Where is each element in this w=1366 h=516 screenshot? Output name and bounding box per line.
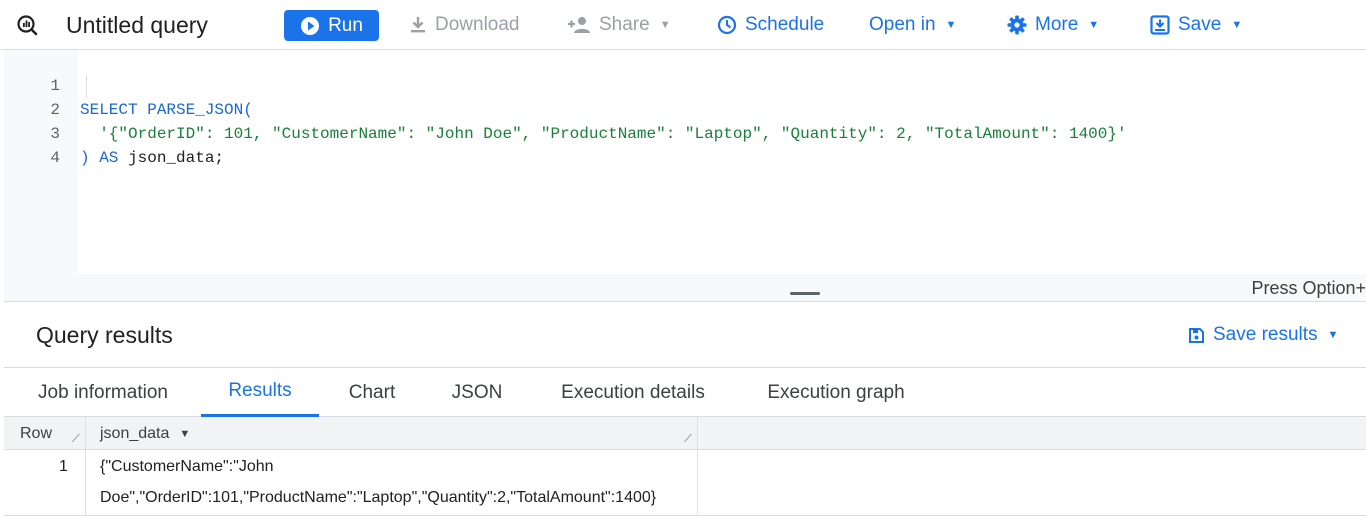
row-number-cell: 1 (59, 458, 68, 475)
add-person-icon (568, 17, 590, 33)
code-plain: json_data; (118, 149, 225, 167)
column-separator (697, 417, 698, 516)
keyboard-hint: Press Option+ (1251, 278, 1366, 298)
results-header: Query results Save results ▼ (4, 302, 1366, 368)
save-icon (1150, 15, 1170, 35)
run-button[interactable]: Run (284, 10, 379, 41)
editor-results-splitter[interactable]: Press Option+ (4, 274, 1366, 302)
chevron-down-icon: ▼ (1231, 19, 1243, 31)
results-table: Row ⟋ json_data ▼ ⟋ 1 {"CustomerName":"J… (4, 417, 1366, 516)
save-label: Save (1178, 14, 1222, 35)
tab-execution-details[interactable]: Execution details (555, 368, 711, 417)
column-header-label: json_data (100, 424, 170, 442)
code-line[interactable]: 3 ) AS json_data; (4, 98, 1366, 167)
drag-handle-icon[interactable] (790, 292, 820, 295)
share-label: Share (599, 14, 650, 35)
more-button[interactable]: More ▼ (1007, 0, 1099, 50)
column-header-json-data[interactable]: json_data ▼ (100, 417, 190, 450)
run-label: Run (328, 14, 363, 36)
schedule-label: Schedule (745, 14, 825, 35)
code-line[interactable]: 1 SELECT PARSE_JSON( (4, 50, 1366, 119)
save-results-label: Save results (1213, 324, 1318, 345)
resize-handle-icon[interactable]: ⟋ (72, 433, 80, 446)
line-number: 4 (50, 149, 60, 167)
tab-execution-graph[interactable]: Execution graph (761, 368, 911, 417)
sort-dropdown-icon[interactable]: ▼ (179, 428, 190, 440)
query-title[interactable]: Untitled query (66, 0, 208, 50)
code-text: ) AS json_data; (80, 146, 224, 170)
query-toolbar: Untitled query Run Download Share ▼ Sche… (0, 0, 1366, 50)
json-data-cell-line: {"CustomerName":"John (100, 458, 274, 475)
share-button[interactable]: Share ▼ (567, 0, 671, 50)
save-icon (1189, 327, 1204, 343)
open-in-label: Open in (869, 14, 936, 35)
more-label: More (1035, 14, 1079, 35)
tab-results[interactable]: Results (201, 368, 319, 417)
download-icon (411, 17, 425, 33)
results-tabs: Job information Results Chart JSON Execu… (4, 368, 1366, 417)
column-header-row: Row (20, 424, 53, 442)
download-label: Download (435, 14, 520, 35)
clock-icon (717, 15, 737, 35)
sql-editor[interactable]: 1 SELECT PARSE_JSON( 2 '{"OrderID": 101,… (4, 50, 1366, 274)
resize-handle-icon[interactable]: ⟋ (684, 433, 692, 446)
tab-job-information[interactable]: Job information (30, 368, 176, 417)
tab-json[interactable]: JSON (448, 368, 506, 417)
chevron-down-icon: ▼ (659, 19, 671, 31)
code-line[interactable]: 2 '{"OrderID": 101, "CustomerName": "Joh… (4, 74, 1366, 143)
query-icon (14, 0, 40, 50)
download-button[interactable]: Download (409, 0, 520, 50)
open-in-button[interactable]: Open in ▼ (869, 0, 956, 50)
play-icon (301, 16, 320, 35)
results-title: Query results (36, 322, 173, 348)
gear-icon (1007, 15, 1027, 35)
code-line[interactable]: 4 (4, 122, 1366, 167)
save-results-button[interactable]: Save results ▼ (1188, 324, 1338, 346)
table-header-row: Row ⟋ json_data ▼ ⟋ (4, 417, 1366, 450)
json-data-cell-line: Doe","OrderID":101,"ProductName":"Laptop… (100, 489, 657, 506)
chevron-down-icon: ▼ (1327, 329, 1339, 341)
save-button[interactable]: Save ▼ (1150, 0, 1242, 50)
tab-chart[interactable]: Chart (342, 368, 402, 417)
chevron-down-icon: ▼ (1088, 19, 1100, 31)
chevron-down-icon: ▼ (945, 19, 957, 31)
schedule-button[interactable]: Schedule (717, 0, 824, 50)
column-separator (85, 417, 86, 516)
code-keyword: ) AS (80, 149, 119, 167)
